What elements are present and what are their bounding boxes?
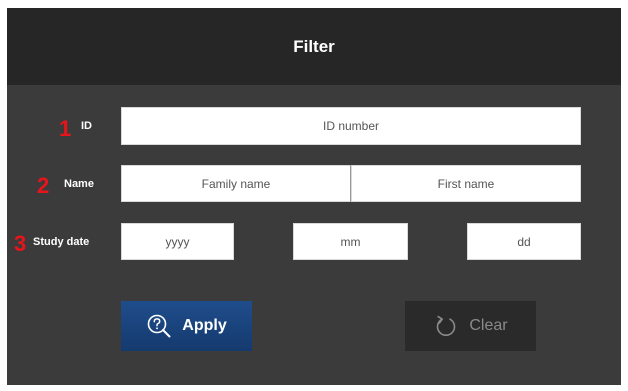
family-name-field[interactable]: Family name <box>121 165 351 202</box>
study-day-placeholder: dd <box>517 234 531 249</box>
search-help-icon <box>146 313 172 339</box>
study-month-placeholder: mm <box>340 234 361 249</box>
clear-button[interactable]: Clear <box>405 301 536 351</box>
clear-label: Clear <box>469 317 508 334</box>
study-day-field[interactable]: dd <box>467 223 581 260</box>
id-number-field[interactable]: ID number <box>121 107 581 145</box>
study-month-field[interactable]: mm <box>293 223 408 260</box>
first-name-placeholder: First name <box>437 176 495 191</box>
step-number-1: 1 <box>59 116 72 141</box>
filter-header: Filter <box>7 8 621 85</box>
study-year-field[interactable]: yyyy <box>121 223 234 260</box>
step-number-3: 3 <box>14 231 27 256</box>
id-label: ID <box>81 120 92 132</box>
apply-label: Apply <box>182 317 227 334</box>
family-name-placeholder: Family name <box>201 176 271 191</box>
apply-button[interactable]: Apply <box>121 301 252 351</box>
step-number-2: 2 <box>37 173 50 198</box>
study-year-placeholder: yyyy <box>165 234 190 249</box>
filter-title: Filter <box>293 36 335 56</box>
study-date-label: Study date <box>33 236 90 248</box>
id-number-placeholder: ID number <box>322 119 380 133</box>
name-label: Name <box>64 178 94 190</box>
first-name-field[interactable]: First name <box>351 165 581 202</box>
undo-icon <box>433 313 459 339</box>
filter-panel: Filter 1 ID ID number 2 Name Family name… <box>7 8 621 385</box>
